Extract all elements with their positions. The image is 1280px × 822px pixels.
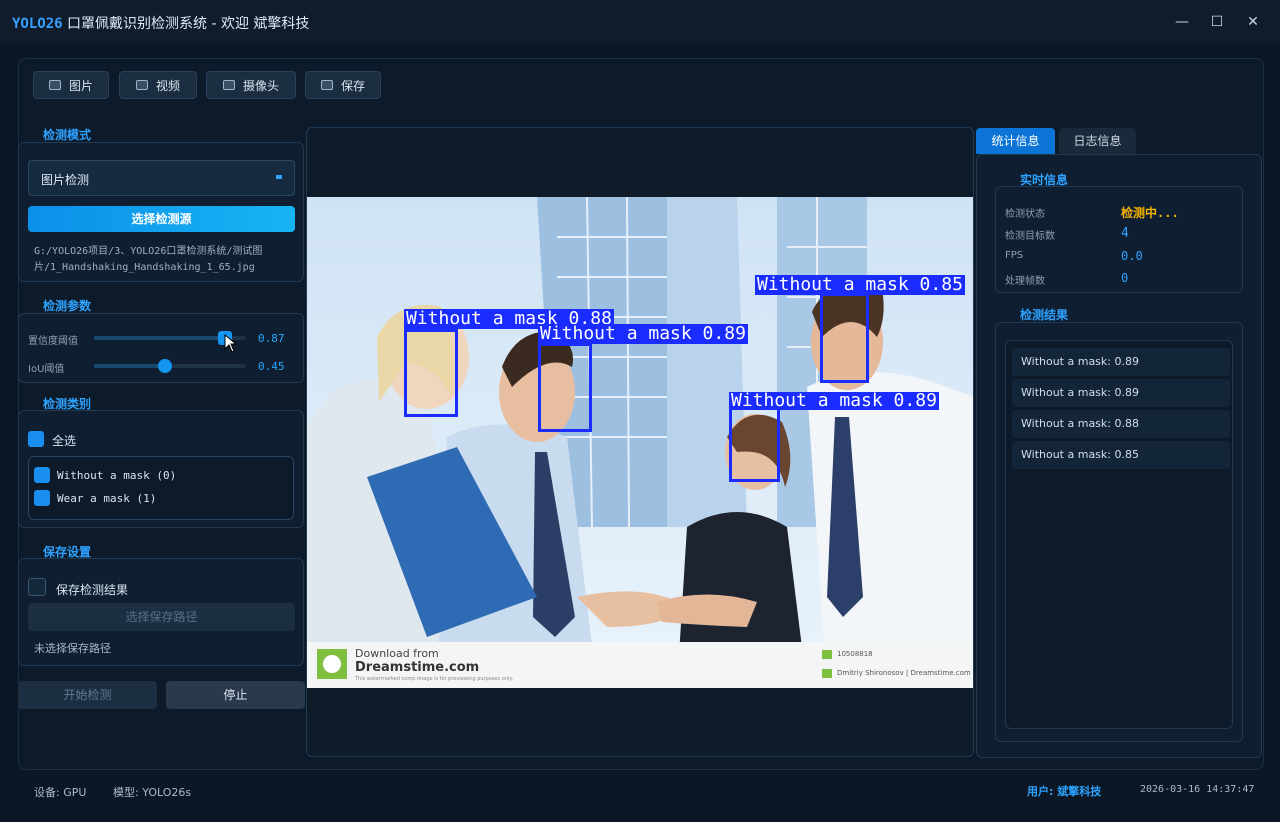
detection-box — [404, 329, 458, 417]
save-path-status: 未选择保存路径 — [34, 642, 111, 655]
save-icon — [320, 80, 333, 90]
camera-icon — [222, 80, 235, 90]
iou-label: IoU阈值 — [28, 364, 65, 375]
window-title: YOLO26 口罩佩戴识别检测系统 - 欢迎 斌擎科技 — [12, 13, 309, 33]
stop-button[interactable]: 停止 — [166, 681, 305, 709]
watermark-sub: This watermarked comp image is for previ… — [355, 676, 514, 682]
params-heading: 检测参数 — [43, 299, 92, 313]
status-value: 检测中... — [1121, 206, 1179, 220]
select-all-label: 全选 — [52, 434, 77, 448]
image-button-label: 图片 — [68, 78, 93, 93]
iou-fill — [94, 364, 163, 368]
class-label-without-mask: Without a mask (0) — [57, 469, 177, 482]
confidence-label: 置信度阈值 — [28, 336, 78, 347]
save-results-checkbox[interactable] — [28, 578, 46, 596]
brand-text: YOLO26 — [12, 16, 63, 32]
status-bar: 设备: GPU 模型: YOLO26s 用户: 斌擎科技 2026-03-16 … — [18, 778, 1264, 802]
video-button-label: 视频 — [155, 78, 180, 93]
save-button-label: 保存 — [340, 78, 365, 93]
tab-stats[interactable]: 统计信息 — [976, 128, 1055, 154]
mouse-cursor-icon — [224, 334, 238, 353]
title-text: 口罩佩戴识别检测系统 - 欢迎 斌擎科技 — [62, 16, 310, 32]
detection-box — [538, 343, 592, 432]
iou-slider[interactable] — [94, 359, 246, 373]
camera-button-label: 摄像头 — [242, 78, 279, 93]
confidence-value: 0.87 — [258, 332, 285, 345]
count-label: 检测目标数 — [1005, 231, 1055, 242]
detection-image: Download from Dreamstime.com This waterm… — [307, 197, 973, 688]
frames-value: 0 — [1121, 271, 1129, 285]
results-heading: 检测结果 — [1020, 308, 1069, 322]
list-item[interactable]: Without a mask: 0.89 — [1012, 348, 1230, 376]
source-path: G:/YOLO26项目/3、YOLO26口罩检测系统/测试图片/1_Handsh… — [34, 246, 263, 273]
status-label: 检测状态 — [1005, 209, 1045, 220]
class-checkbox-wear-mask[interactable] — [34, 490, 50, 506]
device-status: 设备: GPU — [34, 786, 87, 799]
user-status: 用户: 斌擎科技 — [1027, 785, 1102, 798]
save-button[interactable]: 保存 — [305, 71, 381, 99]
model-status: 模型: YOLO26s — [113, 786, 192, 799]
count-value: 4 — [1121, 226, 1129, 241]
chevron-down-icon — [276, 175, 282, 179]
class-label-wear-mask: Wear a mask (1) — [57, 492, 157, 505]
detection-box — [820, 293, 869, 383]
list-item[interactable]: Without a mask: 0.88 — [1012, 410, 1230, 438]
watermark-line-1: Download from — [355, 647, 439, 660]
class-checkbox-without-mask[interactable] — [34, 467, 50, 483]
detection-label: Without a mask 0.89 — [729, 390, 939, 411]
class-list — [28, 456, 294, 520]
select-save-path-button[interactable]: 选择保存路径 — [28, 603, 295, 631]
video-icon — [135, 80, 148, 90]
image-button[interactable]: 图片 — [33, 71, 109, 99]
list-item[interactable]: Without a mask: 0.89 — [1012, 379, 1230, 407]
mode-dropdown[interactable]: 图片检测 — [28, 160, 295, 196]
select-source-button[interactable]: 选择检测源 — [28, 206, 295, 232]
save-results-label: 保存检测结果 — [56, 583, 129, 597]
mode-heading: 检测模式 — [43, 128, 92, 142]
title-bar: YOLO26 口罩佩戴识别检测系统 - 欢迎 斌擎科技 — ☐ ✕ — [0, 0, 1280, 44]
close-button[interactable]: ✕ — [1243, 12, 1263, 32]
list-item[interactable]: Without a mask: 0.85 — [1012, 441, 1230, 469]
watermark-line-2: Dreamstime.com — [355, 660, 480, 675]
camera-button[interactable]: 摄像头 — [206, 71, 296, 99]
detection-label: Without a mask 0.85 — [755, 274, 965, 295]
frames-label: 处理帧数 — [1005, 276, 1045, 287]
fps-value: 0.0 — [1121, 249, 1143, 263]
iou-value: 0.45 — [258, 360, 285, 373]
watermark-id: 10508818 — [837, 650, 873, 658]
detection-label: Without a mask 0.89 — [538, 323, 748, 344]
video-button[interactable]: 视频 — [119, 71, 197, 99]
datetime-status: 2026-03-16 14:37:47 — [1140, 784, 1255, 795]
start-detect-button[interactable]: 开始检测 — [18, 681, 157, 709]
maximize-button[interactable]: ☐ — [1207, 12, 1227, 32]
image-icon — [48, 80, 61, 90]
fps-label: FPS — [1005, 250, 1024, 261]
select-all-checkbox[interactable] — [28, 431, 44, 447]
iou-handle[interactable] — [158, 359, 172, 373]
watermark-author: Dmitriy Shironosov | Dreamstime.com — [837, 669, 971, 677]
image-viewport: Download from Dreamstime.com This waterm… — [306, 127, 974, 757]
detection-box — [729, 407, 780, 482]
minimize-button[interactable]: — — [1172, 12, 1192, 32]
scene-drawing — [307, 197, 973, 688]
mode-selected-value: 图片检测 — [41, 173, 90, 187]
confidence-fill — [94, 336, 227, 340]
tab-log[interactable]: 日志信息 — [1059, 128, 1136, 154]
